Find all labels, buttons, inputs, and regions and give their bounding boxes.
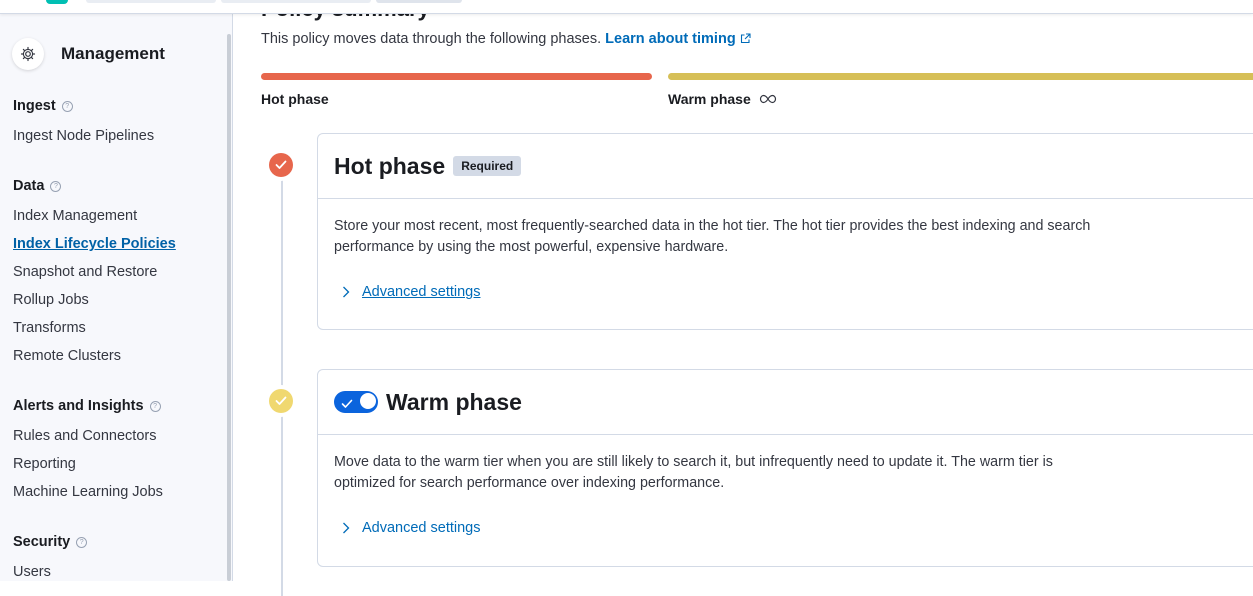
advanced-settings-label: Advanced settings	[362, 284, 481, 300]
learn-about-timing-link[interactable]: Learn about timing	[605, 31, 751, 47]
breadcrumb-stub[interactable]	[86, 0, 216, 3]
hot-advanced-settings-toggle[interactable]: Advanced settings	[342, 284, 481, 300]
sidebar-item-users[interactable]: Users	[13, 564, 51, 580]
help-icon[interactable]: ?	[149, 400, 161, 412]
timeline-line	[281, 176, 283, 596]
toggle-knob	[359, 392, 377, 410]
sidebar-item-index-lifecycle-policies[interactable]: Index Lifecycle Policies	[13, 236, 176, 252]
sidebar-title: Management	[61, 44, 165, 63]
management-sidebar: Management Ingest? Ingest Node Pipelines…	[0, 14, 233, 581]
breadcrumb-stub[interactable]	[221, 0, 371, 3]
sidebar-header: Management	[12, 38, 165, 70]
sidebar-item-rollup-jobs[interactable]: Rollup Jobs	[13, 292, 89, 308]
sidebar-group-data: Data?	[13, 178, 62, 194]
sidebar-group-security: Security?	[13, 534, 88, 550]
advanced-settings-label: Advanced settings	[362, 520, 481, 536]
external-link-icon	[740, 32, 751, 48]
hot-phase-panel: Hot phase Required Store your most recen…	[317, 133, 1253, 330]
group-label: Ingest	[13, 98, 56, 114]
sidebar-item-machine-learning-jobs[interactable]: Machine Learning Jobs	[13, 484, 163, 500]
sidebar-group-ingest: Ingest?	[13, 98, 73, 114]
gear-icon	[12, 38, 44, 70]
warm-phase-toggle[interactable]	[334, 391, 378, 413]
warm-phase-bar	[668, 73, 1253, 80]
warm-phase-check-icon	[269, 389, 293, 413]
hot-phase-bar	[261, 73, 652, 80]
app-logo[interactable]	[46, 0, 68, 4]
chevron-right-icon	[342, 286, 350, 298]
sidebar-item-reporting[interactable]: Reporting	[13, 456, 76, 472]
link-label: Learn about timing	[605, 31, 736, 47]
sidebar-item-ingest-node-pipelines[interactable]: Ingest Node Pipelines	[13, 128, 154, 144]
sidebar-item-transforms[interactable]: Transforms	[13, 320, 86, 336]
required-badge: Required	[453, 156, 522, 176]
warm-phase-panel: Warm phase Move data to the warm tier wh…	[317, 369, 1253, 567]
warm-label-text: Warm phase	[668, 91, 751, 107]
warm-phase-header: Warm phase	[318, 370, 1253, 435]
warm-advanced-settings-toggle[interactable]: Advanced settings	[342, 520, 481, 536]
help-icon[interactable]: ?	[61, 100, 73, 112]
warm-phase-bar-label: Warm phase	[668, 91, 777, 107]
group-label: Alerts and Insights	[13, 398, 144, 414]
group-label: Security	[13, 534, 71, 550]
help-icon[interactable]: ?	[50, 180, 62, 192]
sidebar-scrollbar[interactable]	[227, 34, 231, 581]
warm-phase-description: Move data to the warm tier when you are …	[334, 454, 1053, 491]
hot-phase-check-icon	[269, 153, 293, 177]
sidebar-item-snapshot-and-restore[interactable]: Snapshot and Restore	[13, 264, 157, 280]
chevron-right-icon	[342, 522, 350, 534]
hot-phase-bar-label: Hot phase	[261, 91, 329, 107]
infinity-icon	[759, 94, 777, 104]
hot-phase-header: Hot phase Required	[318, 134, 1253, 199]
summary-text: This policy moves data through the follo…	[261, 31, 602, 47]
summary-description: This policy moves data through the follo…	[261, 31, 751, 48]
hot-phase-title: Hot phase	[334, 152, 446, 179]
sidebar-item-rules-and-connectors[interactable]: Rules and Connectors	[13, 428, 156, 444]
warm-phase-title: Warm phase	[386, 388, 522, 415]
sidebar-item-remote-clusters[interactable]: Remote Clusters	[13, 348, 121, 364]
help-icon[interactable]: ?	[76, 536, 88, 548]
group-label: Data	[13, 178, 45, 194]
breadcrumb-stub[interactable]	[376, 0, 462, 3]
sidebar-item-index-management[interactable]: Index Management	[13, 208, 137, 224]
check-icon	[341, 396, 353, 414]
top-header	[0, 0, 1253, 14]
sidebar-group-alerts-and-insights: Alerts and Insights?	[13, 398, 161, 414]
hot-phase-description: Store your most recent, most frequently-…	[334, 218, 1091, 255]
